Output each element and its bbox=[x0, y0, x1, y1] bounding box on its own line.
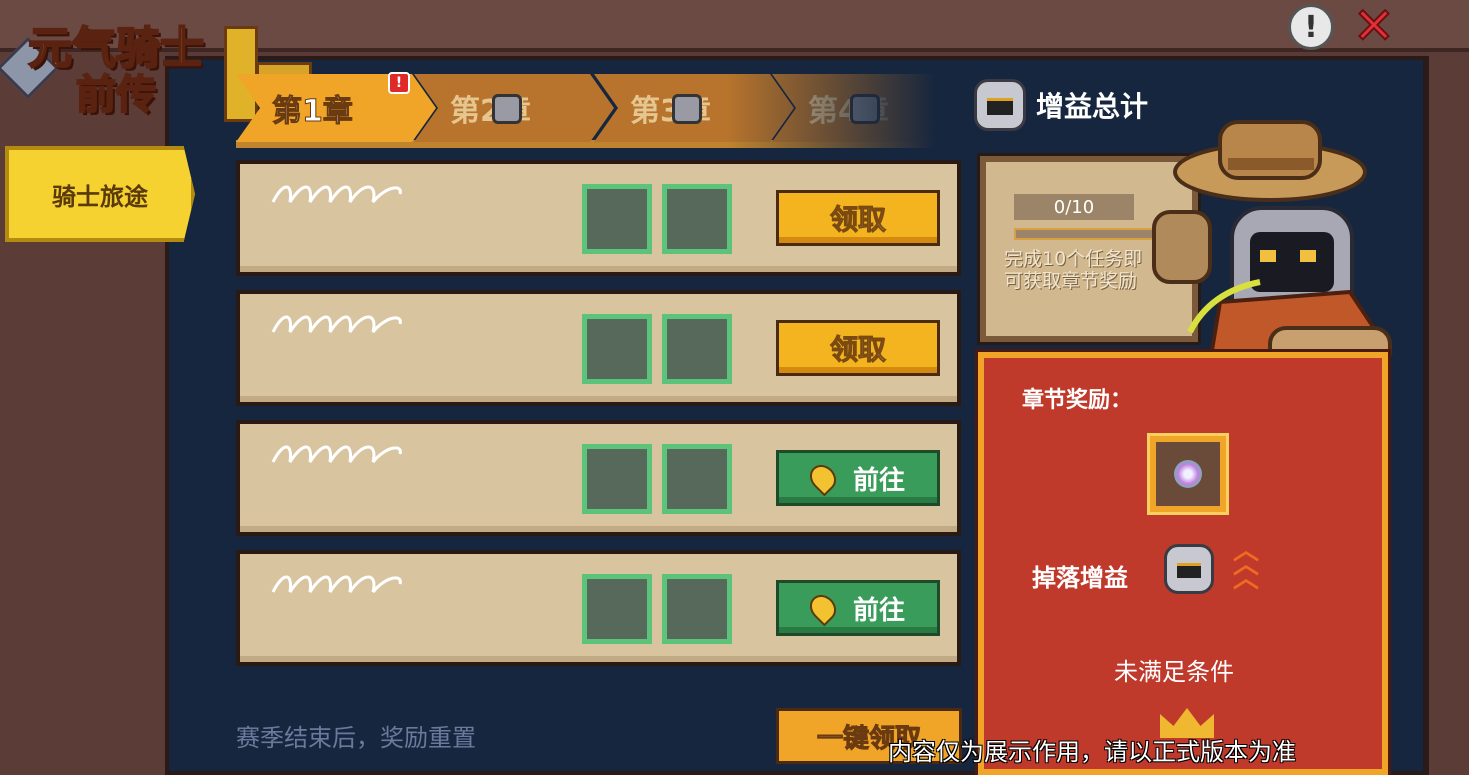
progress-description: 完成10个任务即可获取章节奖励 bbox=[1004, 248, 1143, 292]
close-glyph: ✕ bbox=[1352, 0, 1396, 56]
knight-helmet-icon bbox=[1164, 544, 1214, 594]
claim-button-label: 领取 bbox=[829, 203, 886, 237]
lock-icon bbox=[850, 94, 880, 124]
chapter-tab-bar: 第1章 第2章 第3章 第4章 bbox=[236, 70, 936, 146]
sidebar-item-knight-journey[interactable]: 骑士旅途 bbox=[5, 146, 195, 242]
location-pin-icon bbox=[804, 589, 842, 627]
claim-button[interactable]: 领取 bbox=[776, 320, 940, 376]
reward-slot bbox=[662, 314, 732, 384]
location-pin-icon bbox=[804, 459, 842, 497]
task-title-redacted bbox=[271, 185, 402, 203]
task-row: 领取 bbox=[236, 290, 961, 406]
bonus-title: 增益总计 bbox=[1036, 90, 1149, 123]
claim-button[interactable]: 领取 bbox=[776, 190, 940, 246]
reward-gem-icon[interactable] bbox=[1150, 436, 1226, 512]
rank-up-arrows-icon: ︿ ︿ ︿ bbox=[1232, 536, 1259, 594]
tab-chapter-2[interactable]: 第2章 bbox=[414, 74, 614, 142]
reward-slot bbox=[582, 184, 652, 254]
info-icon[interactable]: ! bbox=[1288, 4, 1334, 50]
reward-slot bbox=[582, 444, 652, 514]
task-row: 前往 bbox=[236, 420, 961, 536]
season-reset-note: 赛季结束后，奖励重置 bbox=[236, 724, 476, 752]
close-icon[interactable]: ✕ bbox=[1346, 0, 1402, 56]
lock-icon bbox=[492, 94, 522, 124]
goto-button-label: 前往 bbox=[852, 465, 905, 496]
drop-bonus-label: 掉落增益 bbox=[1032, 564, 1128, 592]
cowboy-knight-mascot-icon bbox=[1152, 120, 1394, 370]
task-row: 领取 bbox=[236, 160, 961, 276]
knight-helmet-icon bbox=[974, 79, 1026, 131]
goto-button[interactable]: 前往 bbox=[776, 450, 940, 506]
progress-count: 0/10 bbox=[1014, 194, 1134, 220]
logo-subtitle: 前传 bbox=[75, 71, 157, 119]
right-rail bbox=[1429, 52, 1469, 775]
reward-status: 未满足条件 bbox=[1114, 658, 1234, 686]
reward-title: 章节奖励： bbox=[1022, 388, 1133, 413]
alert-glyph: ! bbox=[395, 75, 403, 91]
tab-chapter-3[interactable]: 第3章 bbox=[594, 74, 794, 142]
claim-button-label: 领取 bbox=[829, 333, 886, 367]
goto-button-label: 前往 bbox=[852, 595, 905, 626]
task-title-redacted bbox=[271, 575, 402, 593]
sidebar-item-label: 骑士旅途 bbox=[52, 182, 148, 211]
tab-chapter-4[interactable]: 第4章 bbox=[772, 74, 936, 142]
reward-slot bbox=[662, 184, 732, 254]
lock-icon bbox=[672, 94, 702, 124]
reward-slot bbox=[582, 314, 652, 384]
alert-badge-icon: ! bbox=[388, 72, 410, 94]
reward-slot bbox=[662, 574, 732, 644]
tab-label: 第1章 bbox=[272, 94, 354, 130]
task-row: 前往 bbox=[236, 550, 961, 666]
info-glyph: ! bbox=[1304, 9, 1318, 45]
bonus-header: 增益总计 bbox=[974, 79, 1149, 131]
reward-slot bbox=[662, 444, 732, 514]
goto-button[interactable]: 前往 bbox=[776, 580, 940, 636]
chapter-reward-panel: 章节奖励： 掉落增益 ︿ ︿ ︿ 未满足条件 bbox=[978, 352, 1388, 775]
reward-slot bbox=[582, 574, 652, 644]
disclaimer-text: 内容仅为展示作用，请以正式版本为准 bbox=[888, 738, 1296, 766]
task-title-redacted bbox=[271, 315, 402, 333]
task-title-redacted bbox=[271, 445, 402, 463]
progress-bar bbox=[1014, 228, 1154, 240]
